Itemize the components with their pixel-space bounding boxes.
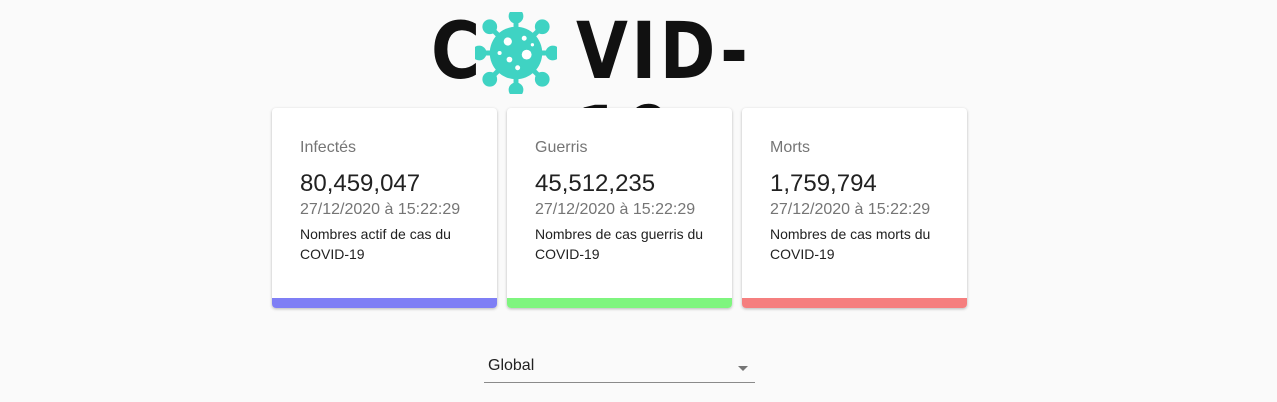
country-select-value: Global [488,357,535,374]
card-count: 45,512,235 [535,170,656,197]
card-description: Nombres de cas morts du COVID-19 [770,226,931,262]
stats-cards: Infectés 80,459,047 27/12/2020 à 15:22:2… [272,108,968,308]
country-select[interactable]: Global [484,352,755,383]
infected-card: Infectés 80,459,047 27/12/2020 à 15:22:2… [272,108,497,308]
card-count: 80,459,047 [300,170,421,197]
coronavirus-icon [475,12,557,94]
card-accent-bar [742,298,967,308]
card-description: Nombres de cas guerris du COVID-19 [535,226,704,262]
recovered-card: Guerris 45,512,235 27/12/2020 à 15:22:29… [507,108,732,308]
card-date: 27/12/2020 à 15:22:29 [300,201,461,218]
card-date: 27/12/2020 à 15:22:29 [770,201,931,218]
chevron-down-icon [738,366,748,371]
card-label: Infectés [300,139,357,156]
covid-logo: C VID- [431,10,811,178]
card-description: Nombres actif de cas du COVID-19 [300,226,451,262]
card-accent-bar [272,298,497,308]
card-date: 27/12/2020 à 15:22:29 [535,201,696,218]
deaths-card: Morts 1,759,794 27/12/2020 à 15:22:29 No… [742,108,967,308]
card-accent-bar [507,298,732,308]
card-label: Morts [770,139,810,156]
card-label: Guerris [535,139,588,156]
card-count: 1,759,794 [770,170,877,197]
